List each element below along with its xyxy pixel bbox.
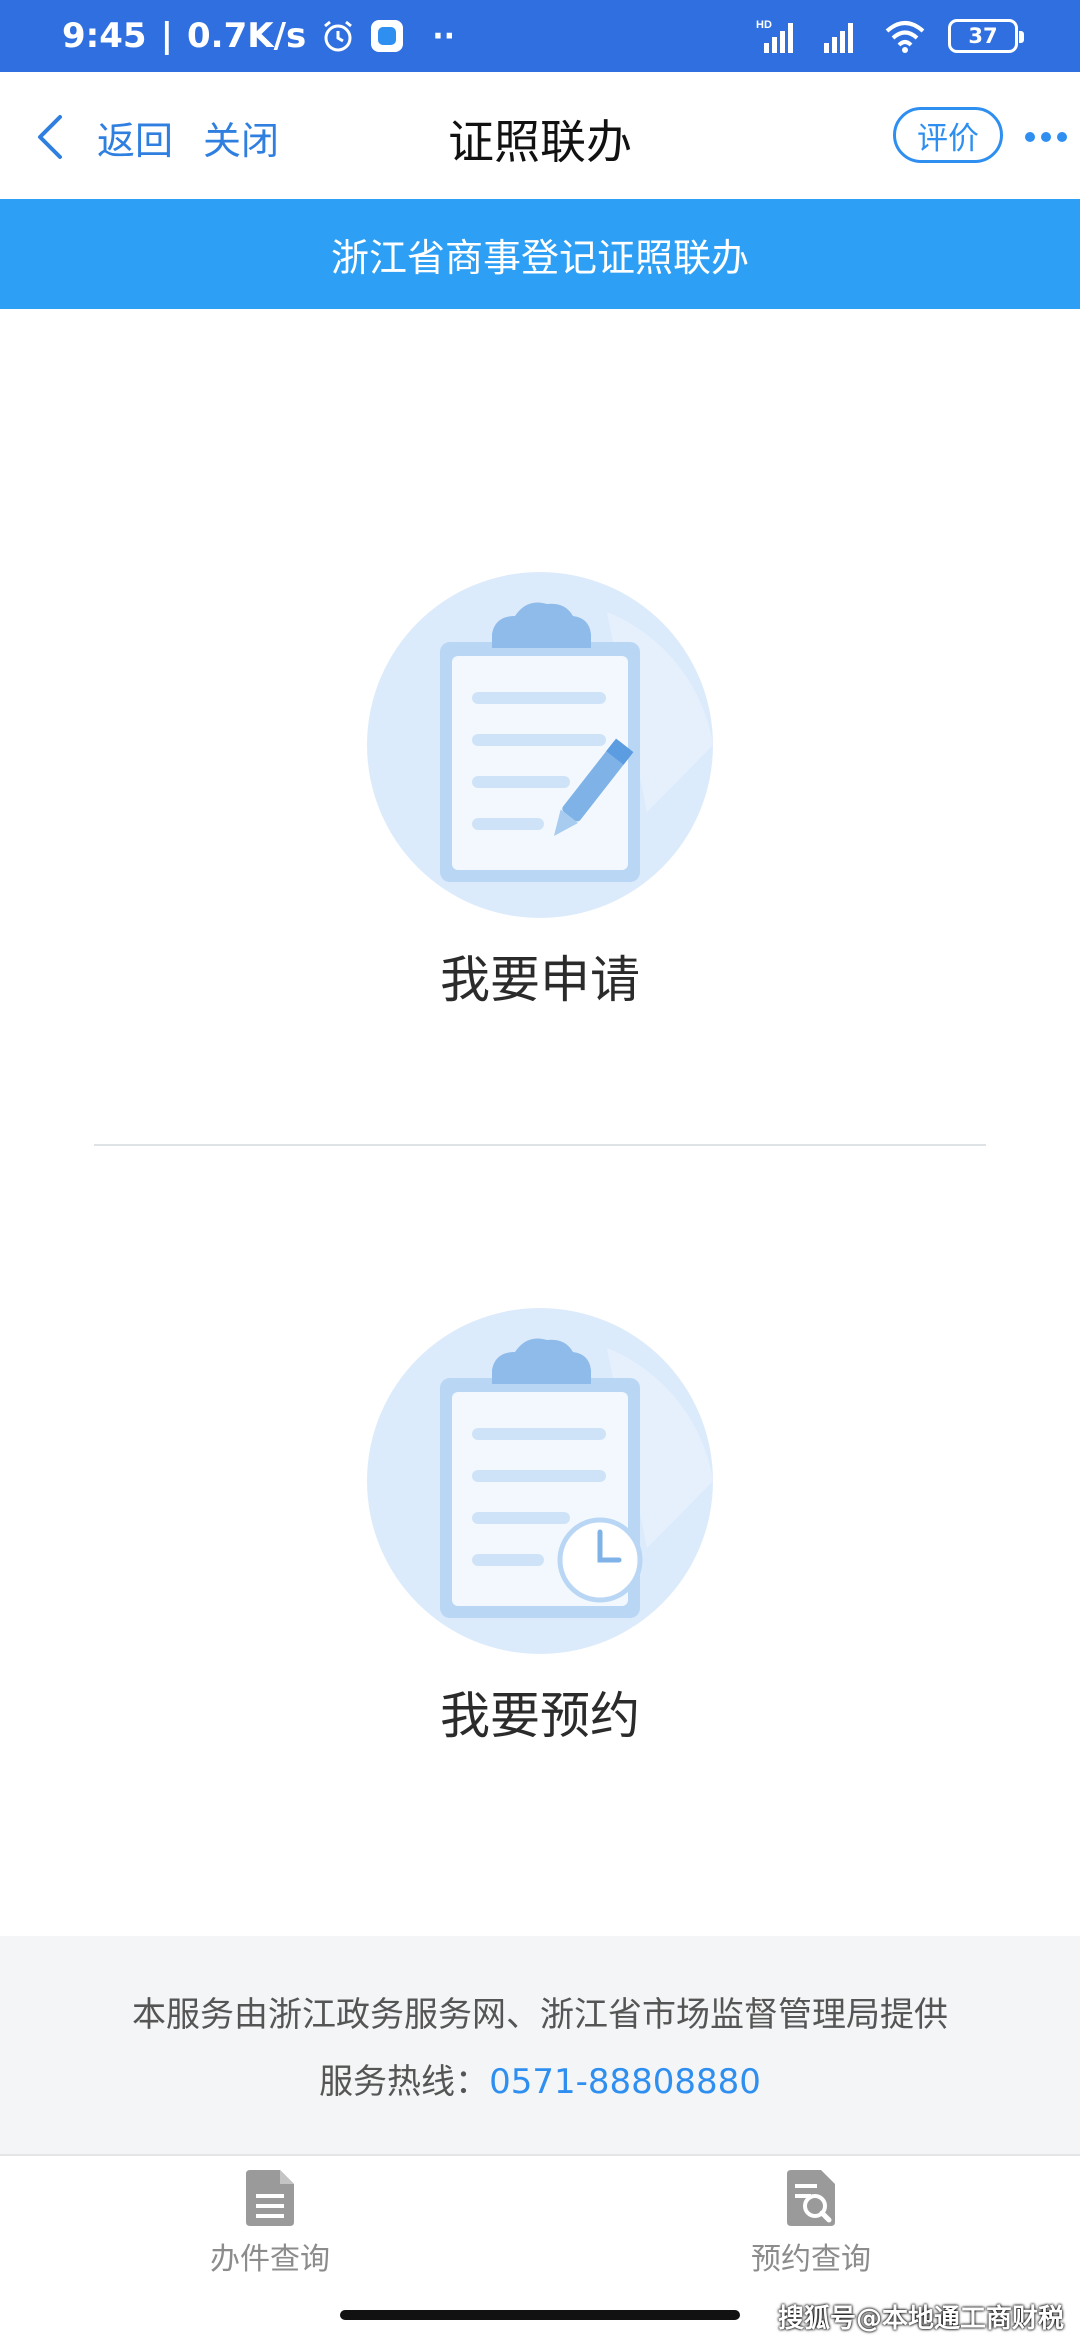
status-separator: | [160, 16, 173, 56]
hd-signal-icon: HD [756, 19, 793, 53]
more-dot [1041, 132, 1051, 142]
hotline-label: 服务热线： [319, 2062, 490, 2102]
more-options-icon[interactable] [1025, 132, 1067, 142]
provider-text: 本服务由浙江政务服务网、浙江省市场监督管理局提供 [132, 1995, 948, 2035]
status-time: 9:45 [62, 16, 147, 56]
alarm-icon [324, 20, 353, 52]
status-net-speed: 0.7K/s [187, 16, 307, 56]
status-left: 9:45 | 0.7K/s ·· [62, 16, 455, 56]
rate-button[interactable]: 评价 [893, 107, 1003, 163]
hotline: 服务热线：0571-88808880 [319, 2054, 761, 2103]
clipboard-pen-icon [367, 572, 713, 918]
network-label: HD [756, 19, 772, 31]
document-icon [246, 2170, 294, 2226]
signal-icon [824, 23, 853, 53]
tab-case-query[interactable]: 办件查询 [120, 2168, 420, 2278]
reserve-label: 我要预约 [440, 1687, 640, 1745]
battery-icon: 37 [948, 19, 1024, 53]
apply-option[interactable]: 我要申请 [0, 572, 1080, 1012]
nav-bar: 返回 关闭 证照联办 评价 [0, 72, 1080, 199]
footer-info: 本服务由浙江政务服务网、浙江省市场监督管理局提供 服务热线：0571-88808… [0, 1936, 1080, 2156]
reserve-option[interactable]: 我要预约 [0, 1308, 1080, 1748]
status-right: HD 37 [756, 17, 1024, 55]
tab-appointment-query-label: 预约查询 [751, 2242, 871, 2277]
status-bar: 9:45 | 0.7K/s ·· HD 37 [0, 0, 1080, 72]
document-search-icon [787, 2170, 835, 2226]
more-dot [1057, 132, 1067, 142]
home-indicator[interactable] [340, 2310, 740, 2320]
tab-case-query-label: 办件查询 [210, 2242, 330, 2277]
more-notifications-icon: ·· [432, 18, 456, 54]
tab-appointment-query[interactable]: 预约查询 [661, 2168, 961, 2278]
service-banner: 浙江省商事登记证照联办 [0, 199, 1080, 309]
wifi-icon [885, 21, 925, 53]
clipboard-clock-icon [367, 1308, 713, 1654]
page: 9:45 | 0.7K/s ·· HD 37 返回 关闭 证照联办 评价 浙江省… [0, 0, 1080, 2340]
watermark: 搜狐号@本地通工商财税 [777, 2304, 1064, 2334]
hotline-number-link[interactable]: 0571-88808880 [489, 2062, 761, 2102]
divider [94, 1144, 986, 1146]
battery-level: 37 [968, 24, 998, 48]
more-dot [1025, 132, 1035, 142]
apply-label: 我要申请 [440, 951, 640, 1009]
app-notification-icon [371, 20, 404, 52]
